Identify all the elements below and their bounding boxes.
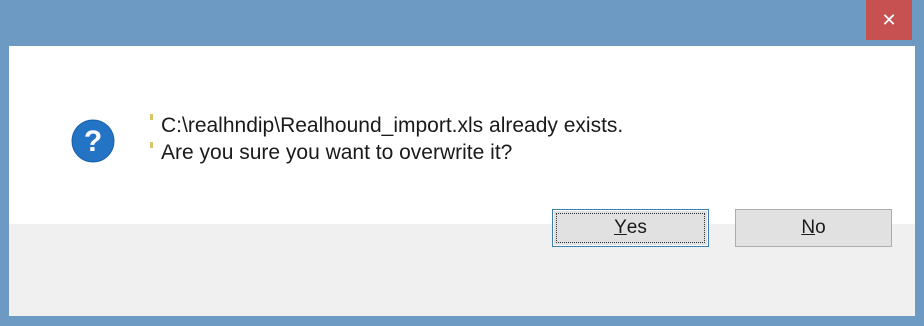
dialog-client-area: ? C:\realhndip\Realhound_import.xls alre… [9,46,915,316]
message-area: ? C:\realhndip\Realhound_import.xls alre… [9,46,915,224]
dialog-message: C:\realhndip\Realhound_import.xls alread… [161,112,623,166]
line-marker [150,142,153,148]
svg-text:?: ? [84,125,102,158]
no-label: o [815,217,826,238]
close-button[interactable]: ✕ [866,0,912,40]
line-marker [150,114,153,120]
yes-button[interactable]: Yes [552,209,709,247]
yes-label: es [626,217,647,238]
close-icon: ✕ [881,9,897,31]
message-line-2: Are you sure you want to overwrite it? [161,141,513,164]
title-bar[interactable]: ✕ [0,0,924,46]
no-button[interactable]: No [735,209,892,247]
no-mnemonic: N [801,217,816,238]
question-icon: ? [71,119,115,163]
message-line-1: C:\realhndip\Realhound_import.xls alread… [161,114,624,137]
dialog-window: ✕ ? C:\realhndip\Realhound_import.xls al… [0,0,924,326]
yes-mnemonic: Y [614,217,627,238]
